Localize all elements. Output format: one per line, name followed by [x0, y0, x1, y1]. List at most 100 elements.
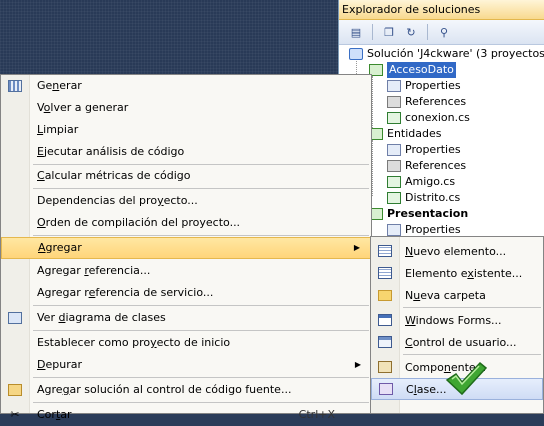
properties-folder-icon — [387, 144, 401, 156]
solution-explorer-toolbar: ▤ ❐ ↻ ⚲ — [339, 20, 544, 45]
menu-item-label: Clase... — [406, 382, 447, 396]
new-item-icon — [378, 245, 392, 257]
properties-folder-icon — [387, 80, 401, 92]
tree-item-label: Entidades — [387, 127, 442, 140]
menu-item-label: Establecer como proyecto de inicio — [37, 336, 231, 349]
tree-item-project-presentacion[interactable]: Presentacion — [369, 206, 468, 222]
menu-separator — [33, 330, 369, 331]
menu-item-dependencias[interactable]: Dependencias del proyecto... — [1, 190, 371, 212]
submenu-item-nuevo-elemento[interactable]: Nuevo elemento... — [371, 240, 543, 262]
menu-item-label: Agregar — [38, 241, 82, 254]
menu-item-agregar-control-codigo[interactable]: Agregar solución al control de código fu… — [1, 379, 371, 401]
view-class-diagram-icon[interactable]: ⚲ — [435, 23, 453, 41]
menu-item-label: Depurar — [37, 358, 82, 371]
windows-form-icon — [378, 314, 392, 326]
class-diagram-icon — [8, 312, 22, 324]
show-all-files-icon[interactable]: ❐ — [380, 23, 398, 41]
menu-item-label: Ver diagrama de clases — [37, 311, 166, 324]
tree-item-label: Solución 'J4ckware' (3 proyectos) — [367, 47, 544, 60]
menu-item-limpiar[interactable]: Limpiar — [1, 119, 371, 141]
tree-item-file[interactable]: Distrito.cs — [387, 190, 460, 206]
menu-item-orden-compilacion[interactable]: Orden de compilación del proyecto... — [1, 212, 371, 234]
tree-item-label: Distrito.cs — [405, 191, 461, 204]
tree-item-references[interactable]: References — [387, 158, 466, 174]
menu-item-generar[interactable]: Generar — [1, 75, 371, 97]
menu-item-shortcut: Ctrl+X — [298, 408, 335, 421]
tree-item-references[interactable]: References — [387, 94, 466, 110]
menu-separator — [33, 305, 369, 306]
menu-item-agregar[interactable]: Agregar ▶ — [1, 237, 371, 259]
menu-item-depurar[interactable]: Depurar ▶ — [1, 354, 371, 376]
tree-item-label: Amigo.cs — [405, 175, 456, 188]
cs-file-icon — [387, 112, 401, 124]
tree-item-file[interactable]: conexion.cs — [387, 110, 470, 126]
menu-item-agregar-referencia[interactable]: Agregar referencia... — [1, 260, 371, 282]
menu-separator — [33, 188, 369, 189]
menu-separator — [403, 307, 541, 308]
menu-separator — [33, 402, 369, 403]
menu-item-label: Elemento existente... — [405, 266, 523, 280]
menu-item-label: Cortar — [37, 408, 72, 421]
tree-item-project-entidades[interactable]: Entidades — [369, 126, 442, 142]
tree-item-label: Properties — [405, 143, 461, 156]
menu-item-label: Nueva carpeta — [405, 288, 486, 302]
menu-item-label: Control de usuario... — [405, 335, 517, 349]
menu-item-ejecutar-analisis[interactable]: Ejecutar análisis de código — [1, 141, 371, 163]
build-icon — [8, 80, 22, 92]
menu-separator — [403, 354, 541, 355]
menu-item-agregar-referencia-servicio[interactable]: Agregar referencia de servicio... — [1, 282, 371, 304]
menu-item-cortar[interactable]: ✂ Cortar Ctrl+X — [1, 404, 371, 426]
properties-folder-icon — [387, 224, 401, 236]
menu-item-label: Agregar referencia de servicio... — [37, 286, 214, 299]
cut-icon: ✂ — [10, 408, 20, 421]
toolbar-separator — [372, 24, 373, 40]
menu-item-volver-a-generar[interactable]: Volver a generar — [1, 97, 371, 119]
submenu-item-windows-forms[interactable]: Windows Forms... — [371, 309, 543, 331]
submenu-arrow-icon: ▶ — [353, 243, 360, 252]
references-icon — [387, 160, 401, 172]
menu-item-label: Agregar solución al control de código fu… — [37, 383, 292, 396]
tree-item-properties[interactable]: Properties — [387, 142, 461, 158]
menu-item-establecer-inicio[interactable]: Establecer como proyecto de inicio — [1, 332, 371, 354]
tree-item-project-accesodato[interactable]: AccesoDato — [369, 62, 456, 78]
submenu-item-control-usuario[interactable]: Control de usuario... — [371, 331, 543, 353]
menu-item-label: Generar — [37, 79, 82, 92]
menu-item-label: Limpiar — [37, 123, 79, 136]
cs-file-icon — [387, 192, 401, 204]
tree-item-label: References — [405, 159, 467, 172]
tree-item-label: Properties — [405, 79, 461, 92]
menu-separator — [33, 377, 369, 378]
menu-item-label: Nuevo elemento... — [405, 244, 507, 258]
submenu-item-elemento-existente[interactable]: Elemento existente... — [371, 262, 543, 284]
solution-icon — [349, 48, 363, 60]
submenu-item-nueva-carpeta[interactable]: Nueva carpeta — [371, 284, 543, 306]
solution-explorer-title: Explorador de soluciones — [339, 0, 544, 20]
menu-item-label: Calcular métricas de código — [37, 169, 191, 182]
user-control-icon — [378, 336, 392, 348]
tree-item-label: Presentacion — [387, 207, 469, 220]
menu-item-label: Orden de compilación del proyecto... — [37, 216, 241, 229]
properties-icon[interactable]: ▤ — [347, 23, 365, 41]
existing-item-icon — [378, 267, 392, 279]
tree-item-label: AccesoDato — [387, 62, 456, 78]
menu-item-label: Ejecutar análisis de código — [37, 145, 185, 158]
refresh-icon[interactable]: ↻ — [402, 23, 420, 41]
menu-item-label: Dependencias del proyecto... — [37, 194, 198, 207]
menu-item-label: Volver a generar — [37, 101, 129, 114]
references-icon — [387, 96, 401, 108]
menu-item-ver-diagrama[interactable]: Ver diagrama de clases — [1, 307, 371, 329]
class-icon — [379, 383, 393, 395]
component-icon — [378, 361, 392, 373]
cs-file-icon — [387, 176, 401, 188]
add-source-control-icon — [8, 384, 22, 396]
checkmark-icon — [445, 361, 488, 396]
toolbar-separator — [427, 24, 428, 40]
tree-item-solution[interactable]: Solución 'J4ckware' (3 proyectos) — [349, 46, 544, 62]
submenu-arrow-icon: ▶ — [354, 360, 361, 369]
tree-item-properties[interactable]: Properties — [387, 78, 461, 94]
folder-icon — [378, 289, 392, 301]
menu-item-calcular-metricas[interactable]: Calcular métricas de código — [1, 165, 371, 187]
tree-item-file[interactable]: Amigo.cs — [387, 174, 455, 190]
tree-item-label: conexion.cs — [405, 111, 470, 124]
tree-item-label: References — [405, 95, 467, 108]
